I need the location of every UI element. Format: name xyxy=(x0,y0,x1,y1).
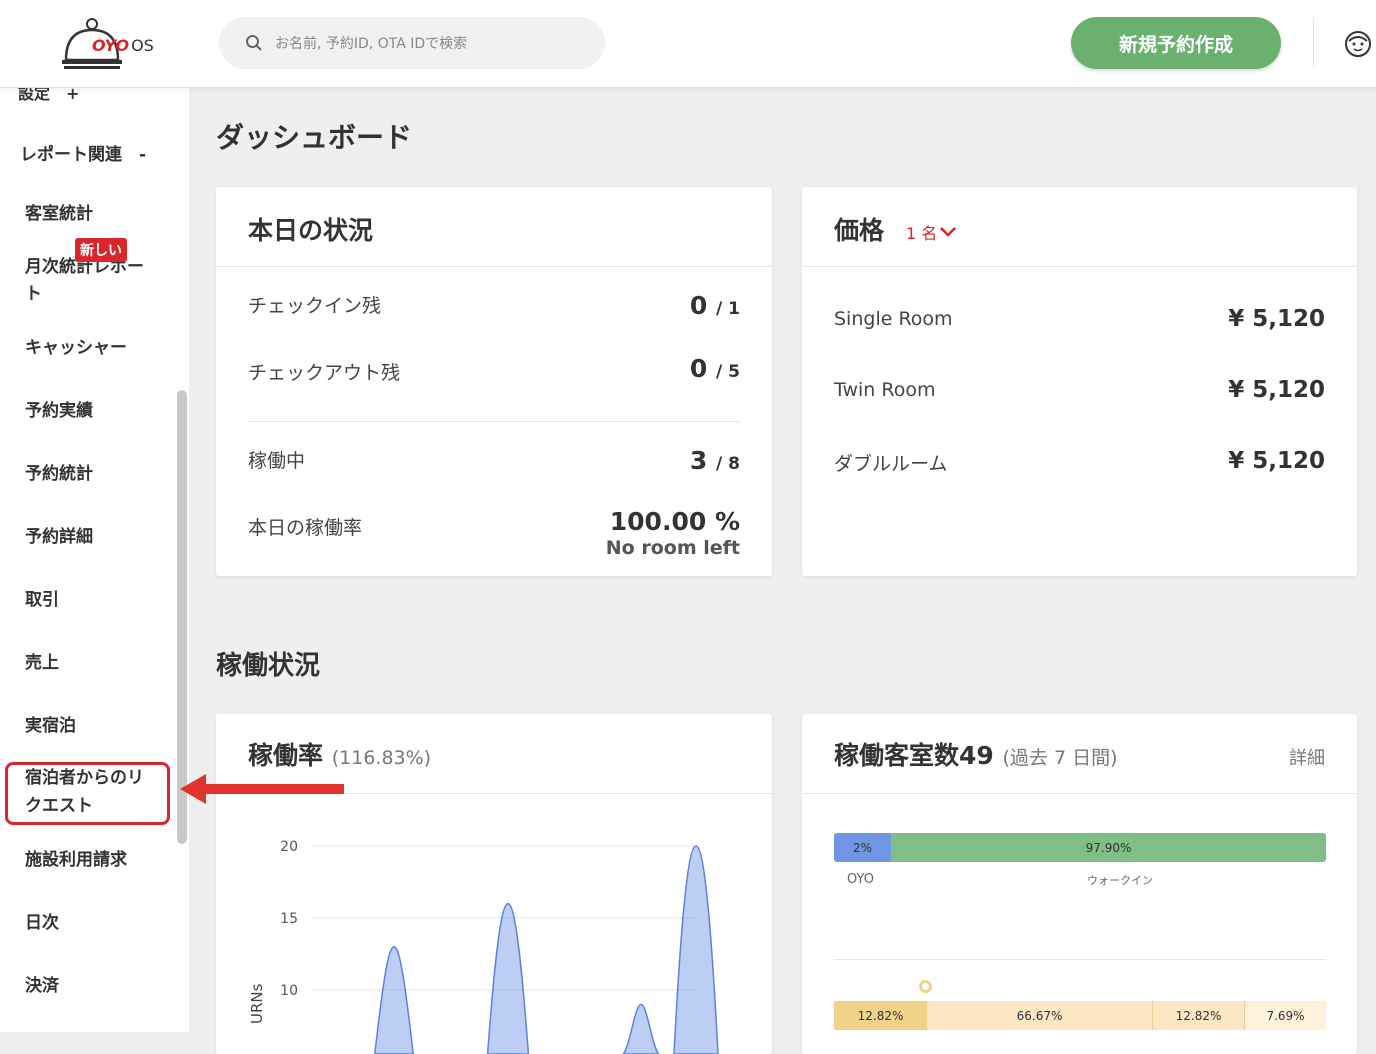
checkin-remaining-value: 0 / 1 xyxy=(689,291,740,320)
sidebar-item-sales[interactable]: 売上 xyxy=(25,649,59,677)
in-use-label: 稼働中 xyxy=(248,450,306,472)
guest-count-dropdown[interactable]: 1 名 xyxy=(906,220,957,244)
area-peak xyxy=(622,1003,660,1054)
price-title: 価格 xyxy=(834,216,885,245)
card-header: 稼働客室数49 (過去 7 日間) 詳細 xyxy=(802,714,1357,794)
area-peak xyxy=(486,902,530,1054)
sidebar-item-booking-results[interactable]: 予約実績 xyxy=(25,397,93,425)
area-peak xyxy=(673,845,719,1054)
search-icon xyxy=(246,35,262,51)
occupied-rooms-card: 稼働客室数49 (過去 7 日間) 詳細 2% 97.90% OYO ウォークイ… xyxy=(802,714,1357,1054)
details-link[interactable]: 詳細 xyxy=(1289,744,1325,770)
price-row-value: ¥ 5,120 xyxy=(1228,377,1325,403)
checkin-remaining-label: チェックイン残 xyxy=(248,295,382,317)
search-input[interactable]: お名前, 予約ID, OTA IDで検索 xyxy=(219,17,605,69)
sidebar-item-actual-stays[interactable]: 実宿泊 xyxy=(25,712,76,740)
logo-text: OYO OS xyxy=(92,36,154,55)
card-header: 本日の状況 xyxy=(216,187,772,267)
today-status-title: 本日の状況 xyxy=(248,216,374,245)
today-status-card: 本日の状況 チェックイン残 0 / 1 チェックアウト残 0 / 5 稼働中 3… xyxy=(216,187,772,576)
divider xyxy=(248,421,740,422)
bar-segment: 66.67% xyxy=(927,1001,1152,1030)
occupancy-today-value: 100.00 % xyxy=(609,507,740,536)
bar-label-oyo: OYO xyxy=(847,872,874,887)
sidebar-section-reports[interactable]: レポート関連 - xyxy=(20,140,146,165)
y-tick-label: 10 xyxy=(280,983,298,999)
occupancy-rate-chart: 20 15 10 URNs xyxy=(248,839,719,1054)
guest-count-label: 1 名 xyxy=(906,224,938,243)
bar-segment: 12.82% xyxy=(1152,1001,1244,1030)
checkout-remaining-label: チェックアウト残 xyxy=(248,362,401,384)
logo-suffix: OS xyxy=(131,36,154,55)
y-axis-label: URNs xyxy=(248,983,266,1024)
price-row-value: ¥ 5,120 xyxy=(1228,448,1325,474)
bar-segment-walkin: 97.90% xyxy=(891,833,1326,862)
no-room-left-note: No room left xyxy=(605,537,740,559)
user-avatar-icon[interactable] xyxy=(1343,29,1373,59)
sidebar-item-facility-billing[interactable]: 施設利用請求 xyxy=(25,846,127,874)
in-use-value: 3 / 8 xyxy=(689,446,740,475)
occupancy-section-title: 稼働状況 xyxy=(216,651,321,681)
sidebar-item-settings[interactable]: 設定 + xyxy=(18,88,79,104)
sidebar-item-monthly-report-cont[interactable]: ト xyxy=(25,280,42,308)
y-tick-label: 20 xyxy=(280,839,298,855)
header-divider xyxy=(1313,18,1314,66)
occupied-rooms-title: 稼働客室数49 (過去 7 日間) xyxy=(834,741,1118,770)
bar-segment: 12.82% xyxy=(834,1001,927,1030)
price-card: 価格 1 名 Single Room ¥ 5,120 Twin Room ¥ 5… xyxy=(802,187,1357,576)
divider xyxy=(834,959,1326,960)
sidebar-item-room-stats[interactable]: 客室統計 xyxy=(25,200,93,228)
sidebar-item-payments[interactable]: 決済 xyxy=(25,972,59,1000)
occupancy-rate-card: 稼働率 (116.83%) 20 15 10 URNs xyxy=(216,714,772,1054)
sidebar-item-daily[interactable]: 日次 xyxy=(25,909,59,937)
sidebar-item-booking-stats[interactable]: 予約統計 xyxy=(25,460,93,488)
new-booking-button[interactable]: 新規予約作成 xyxy=(1071,17,1281,69)
price-row-label: Twin Room xyxy=(834,379,936,401)
price-row-value: ¥ 5,120 xyxy=(1228,306,1325,332)
chevron-down-icon xyxy=(940,227,957,237)
red-arrow-annotation xyxy=(180,774,344,804)
price-row-label: Single Room xyxy=(834,308,953,330)
new-badge: 新しい xyxy=(75,238,127,262)
highlight-box xyxy=(5,762,170,825)
y-tick-label: 15 xyxy=(280,911,298,927)
bar-label-walkin: ウォークイン xyxy=(1087,874,1153,887)
price-row-label: ダブルルーム xyxy=(834,453,948,475)
card-header: 価格 1 名 xyxy=(802,187,1357,267)
sidebar-item-cashier[interactable]: キャッシャー xyxy=(25,334,127,362)
sidebar: 設定 + レポート関連 - 客室統計 月次統計レポー ト 新しい キャッシャー … xyxy=(0,88,189,1032)
bar-segment: 7.69% xyxy=(1244,1001,1326,1030)
sidebar-item-booking-details[interactable]: 予約詳細 xyxy=(25,523,93,551)
search-placeholder: お名前, 予約ID, OTA IDで検索 xyxy=(275,36,468,52)
area-peak xyxy=(374,946,414,1054)
page-title: ダッシュボード xyxy=(216,121,413,154)
occupancy-today-label: 本日の稼働率 xyxy=(248,517,363,539)
bar-marker-dot[interactable] xyxy=(919,980,932,993)
top-bar: OYO OS お名前, 予約ID, OTA IDで検索 新規予約作成 xyxy=(0,0,1376,88)
bar-segment-oyo: 2% xyxy=(834,833,891,862)
sidebar-item-transactions[interactable]: 取引 xyxy=(25,586,59,614)
logo-brand: OYO xyxy=(92,36,130,55)
checkout-remaining-value: 0 / 5 xyxy=(689,354,740,383)
occupancy-rate-title: 稼働率 (116.83%) xyxy=(248,741,432,770)
